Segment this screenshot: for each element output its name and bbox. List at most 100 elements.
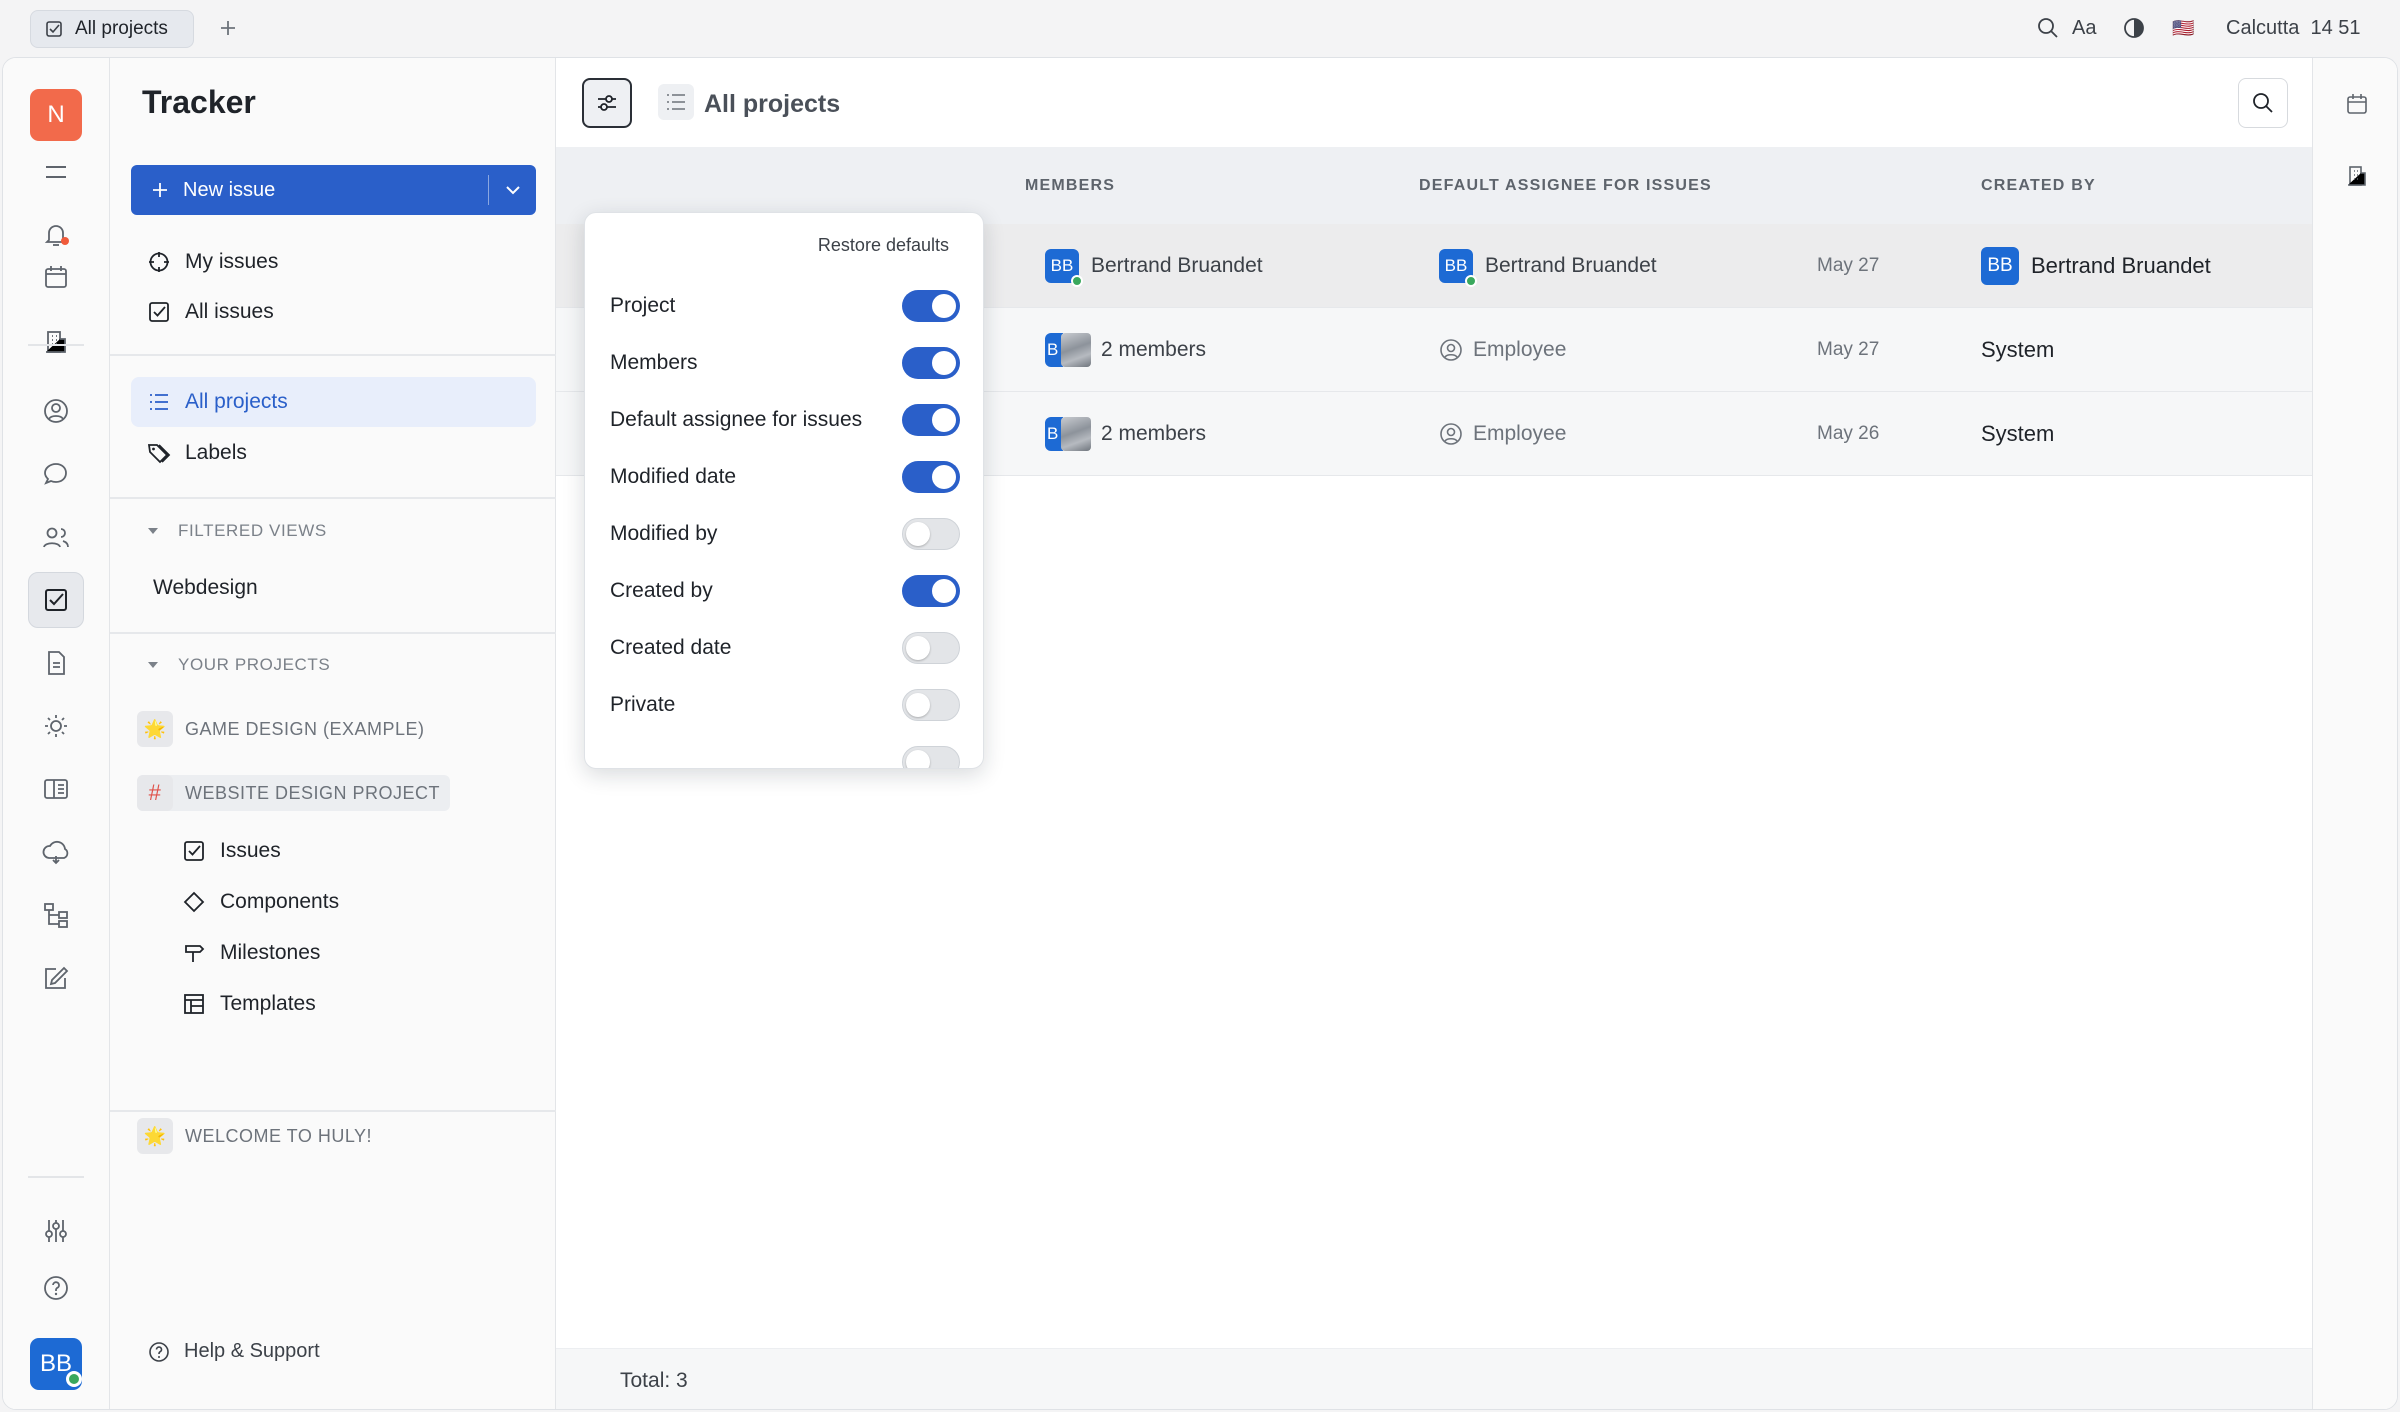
checkbox-icon — [46, 21, 62, 37]
created-by-text: System — [1981, 337, 2055, 362]
toggle-switch[interactable] — [902, 461, 960, 493]
calendar-button[interactable] — [28, 249, 84, 305]
tag-icon — [147, 441, 171, 465]
option-project[interactable]: Project — [610, 286, 960, 326]
rail-divider-bottom — [28, 1176, 84, 1178]
assignee-cell[interactable]: Employee — [1439, 308, 1566, 392]
assignee-cell[interactable]: Employee — [1439, 392, 1566, 476]
option-created-date[interactable]: Created date — [610, 628, 960, 668]
view-options-button[interactable] — [582, 78, 632, 128]
office-button[interactable] — [28, 314, 84, 370]
option-label: Project — [610, 294, 676, 317]
question-icon — [149, 1341, 169, 1362]
members-cell: B 2 members — [1045, 308, 1206, 392]
toggle-switch[interactable] — [902, 689, 960, 721]
project-item-milestones[interactable]: Milestones — [182, 935, 320, 971]
option-label: Members — [610, 351, 698, 374]
templates-label: Templates — [220, 992, 316, 1015]
restore-defaults-button[interactable]: Restore defaults — [818, 235, 949, 256]
building-icon[interactable] — [2345, 164, 2369, 188]
your-projects-header[interactable]: YOUR PROJECTS — [146, 650, 330, 680]
avatar-stack: B — [1045, 333, 1091, 367]
knowledge-button[interactable] — [28, 761, 84, 817]
option-partial[interactable] — [610, 742, 960, 768]
add-tab-button[interactable] — [214, 14, 242, 42]
assignee-cell[interactable]: BB Bertrand Bruandet — [1439, 224, 1657, 308]
tab-all-projects[interactable]: All projects — [30, 10, 194, 48]
sidebar-item-labels[interactable]: Labels — [131, 428, 536, 478]
nav-divider — [110, 497, 556, 499]
option-private[interactable]: Private — [610, 685, 960, 725]
sidebar-item-all-projects[interactable]: All projects — [131, 377, 536, 427]
search-button[interactable] — [2238, 78, 2288, 128]
sidebar-item-all-issues[interactable]: All issues — [131, 287, 536, 337]
edit-button[interactable] — [28, 950, 84, 1006]
sliders-icon — [45, 1220, 67, 1242]
sun-button[interactable] — [28, 698, 84, 754]
option-modified-by[interactable]: Modified by — [610, 514, 960, 554]
option-label: Created by — [610, 579, 713, 602]
pencil-icon — [45, 966, 69, 989]
help-support-link[interactable]: Help & Support — [148, 1340, 320, 1363]
column-created-by[interactable]: CREATED BY — [1981, 177, 2096, 195]
theme-toggle[interactable] — [2122, 14, 2146, 42]
team-button[interactable] — [28, 509, 84, 565]
language-flag[interactable]: 🇺🇸 — [2172, 14, 2194, 42]
created-by-text: Bertrand Bruandet — [2031, 253, 2211, 278]
city-label: Calcutta — [2226, 16, 2300, 39]
font-size-button[interactable]: Aa — [2072, 14, 2096, 42]
assignee-text: Employee — [1473, 422, 1567, 445]
drive-button[interactable] — [28, 824, 84, 880]
option-default-assignee[interactable]: Default assignee for issues — [610, 400, 960, 440]
option-members[interactable]: Members — [610, 343, 960, 383]
filtered-view-item[interactable]: Webdesign — [131, 563, 536, 613]
modified-date: May 27 — [1817, 339, 1880, 360]
content-header: All projects — [556, 58, 2312, 147]
chat-button[interactable] — [28, 446, 84, 502]
project-welcome[interactable]: 🌟 WELCOME TO HULY! — [137, 1118, 382, 1154]
calendar-icon[interactable] — [2345, 92, 2369, 116]
workspace-avatar[interactable]: N — [30, 89, 82, 141]
settings-button[interactable] — [28, 1203, 84, 1259]
page-title: All projects — [704, 90, 841, 118]
documents-button[interactable] — [28, 635, 84, 691]
project-item-issues[interactable]: Issues — [182, 833, 281, 869]
contacts-button[interactable] — [28, 383, 84, 439]
new-issue-button[interactable]: New issue — [131, 165, 536, 215]
search-icon-top[interactable] — [2036, 14, 2060, 42]
sidebar-item-my-issues[interactable]: My issues — [131, 237, 536, 287]
list-icon — [658, 84, 694, 120]
online-indicator — [66, 1371, 82, 1387]
toggle-switch[interactable] — [902, 404, 960, 436]
toggle-switch[interactable] — [902, 575, 960, 607]
search-icon — [2253, 93, 2273, 113]
person-circle-icon — [1440, 423, 1462, 445]
toggle-switch[interactable] — [902, 746, 960, 768]
toggle-switch[interactable] — [902, 632, 960, 664]
column-members[interactable]: MEMBERS — [1025, 177, 1115, 195]
toggle-switch[interactable] — [902, 347, 960, 379]
view-options-popup: Restore defaults Project Members Default… — [584, 212, 984, 769]
toggle-switch[interactable] — [902, 290, 960, 322]
toggle-switch[interactable] — [902, 518, 960, 550]
chevron-down-icon[interactable] — [502, 179, 524, 201]
checkbox-icon — [45, 589, 67, 611]
hierarchy-button[interactable] — [28, 887, 84, 943]
tracker-button[interactable] — [28, 572, 84, 628]
option-created-by[interactable]: Created by — [610, 571, 960, 611]
project-item-templates[interactable]: Templates — [182, 986, 316, 1022]
checkbox-icon — [182, 839, 206, 863]
column-default-assignee[interactable]: DEFAULT ASSIGNEE FOR ISSUES — [1419, 177, 1712, 195]
option-modified-date[interactable]: Modified date — [610, 457, 960, 497]
project-game-design[interactable]: 🌟 GAME DESIGN (EXAMPLE) — [137, 711, 435, 747]
created-by-cell: BB Bertrand Bruandet — [1981, 224, 2211, 308]
project-item-components[interactable]: Components — [182, 884, 339, 920]
menu-button[interactable] — [28, 144, 84, 200]
filtered-views-header[interactable]: FILTERED VIEWS — [146, 516, 327, 546]
components-label: Components — [220, 890, 340, 913]
target-icon — [147, 250, 171, 274]
nav-divider — [110, 632, 556, 634]
help-button[interactable] — [28, 1260, 84, 1316]
cloud-icon — [42, 840, 69, 865]
project-website-design[interactable]: # WEBSITE DESIGN PROJECT — [137, 775, 451, 811]
